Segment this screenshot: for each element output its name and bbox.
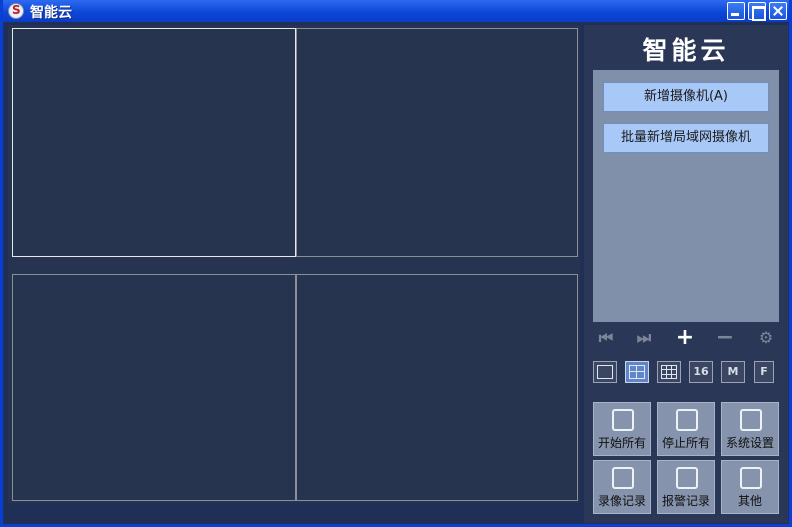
start-all-button[interactable]: 开始所有 (593, 402, 651, 456)
close-button[interactable] (769, 2, 787, 20)
four-view-glyph (629, 365, 645, 379)
single-view-glyph (597, 365, 613, 379)
batch-add-lan-camera-button[interactable]: 批量新增局域网摄像机 (603, 123, 769, 153)
minus-icon[interactable]: − (715, 327, 735, 349)
stop-all-label: 停止所有 (661, 436, 710, 450)
video-cell-4[interactable] (296, 274, 578, 501)
plus-icon[interactable]: + (675, 327, 695, 349)
app-logo-icon[interactable] (8, 3, 24, 19)
title-bar[interactable]: 智能云 (3, 0, 789, 22)
multi-view-icon[interactable]: M (721, 361, 745, 383)
other-tools-label: 其他 (737, 494, 762, 508)
stop-all-button[interactable]: 停止所有 (657, 402, 715, 456)
recording-log-label: 录像记录 (597, 494, 646, 508)
skip-first-icon[interactable]: ⏮ (596, 328, 616, 348)
alarm-log-label: 报警记录 (661, 494, 710, 508)
app-window: 智能云 智能云 新增摄像机(A) 批量新增局域网摄像机 ⏮ ⏭ + − ⚙ 16… (0, 0, 792, 527)
fullscreen-icon[interactable]: F (754, 361, 774, 383)
settings-icon (740, 409, 762, 431)
sixteen-view-icon[interactable]: 16 (689, 361, 713, 383)
video-cell-1[interactable] (12, 28, 296, 257)
recording-log-icon (612, 467, 634, 489)
alarm-log-icon (676, 467, 698, 489)
window-title: 智能云 (30, 5, 72, 21)
camera-list[interactable]: 新增摄像机(A) 批量新增局域网摄像机 (593, 70, 779, 322)
other-tools-button[interactable]: 其他 (721, 460, 779, 514)
maximize-button[interactable] (748, 2, 766, 21)
stop-all-icon (676, 409, 698, 431)
video-cell-2[interactable] (296, 28, 578, 257)
recording-log-button[interactable]: 录像记录 (593, 460, 651, 514)
skip-last-icon[interactable]: ⏭ (634, 328, 654, 348)
minimize-button[interactable] (727, 2, 745, 20)
add-camera-button[interactable]: 新增摄像机(A) (603, 82, 769, 112)
system-settings-label: 系统设置 (725, 436, 774, 450)
other-tools-icon (740, 467, 762, 489)
video-grid (8, 25, 580, 503)
nine-view-icon[interactable] (657, 361, 681, 383)
nine-view-glyph (661, 365, 677, 379)
brand-title: 智能云 (642, 36, 730, 65)
single-view-icon[interactable] (593, 361, 617, 383)
start-all-label: 开始所有 (597, 436, 646, 450)
system-settings-button[interactable]: 系统设置 (721, 402, 779, 456)
start-all-icon (612, 409, 634, 431)
control-panel: 智能云 新增摄像机(A) 批量新增局域网摄像机 ⏮ ⏭ + − ⚙ 16 M F… (584, 25, 788, 523)
four-view-icon[interactable] (625, 361, 649, 383)
video-cell-3[interactable] (12, 274, 296, 501)
gear-icon[interactable]: ⚙ (756, 328, 776, 348)
alarm-log-button[interactable]: 报警记录 (657, 460, 715, 514)
